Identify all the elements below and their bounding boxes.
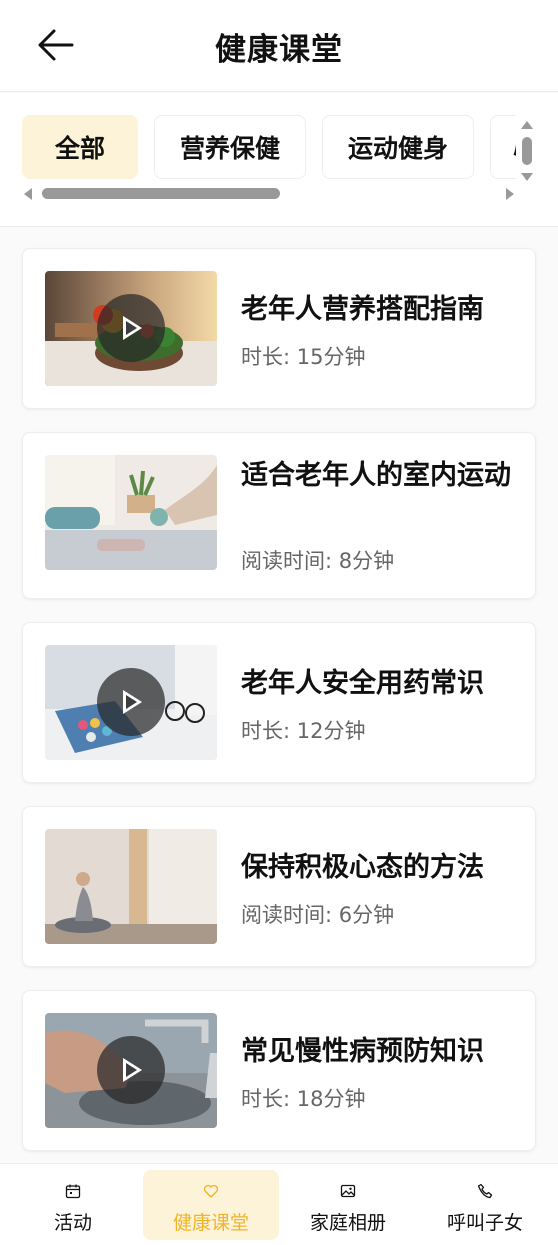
article-card[interactable]: 适合老年人的室内运动 阅读时间: 8分钟 [22, 432, 536, 599]
article-card[interactable]: 老年人营养搭配指南 时长: 15分钟 [22, 248, 536, 409]
vertical-scroll-thumb[interactable] [522, 137, 532, 165]
horizontal-scroll-thumb[interactable] [42, 188, 280, 199]
category-tabs: 全部 营养保健 运动健身 心 [0, 93, 558, 227]
horizontal-scrollbar[interactable] [24, 187, 518, 201]
play-icon[interactable] [97, 1036, 165, 1104]
article-reading-time: 阅读时间: 6分钟 [241, 903, 395, 927]
article-duration: 时长: 12分钟 [241, 719, 366, 743]
article-card[interactable]: 保持积极心态的方法 阅读时间: 6分钟 [22, 806, 536, 967]
heart-icon [203, 1184, 219, 1198]
article-thumbnail [45, 829, 217, 944]
article-title: 保持积极心态的方法 [241, 852, 484, 883]
article-card[interactable]: 老年人安全用药常识 时长: 12分钟 [22, 622, 536, 783]
phone-icon [477, 1183, 493, 1199]
image-icon [340, 1184, 356, 1198]
scroll-up-arrow-icon[interactable] [521, 121, 533, 129]
calendar-icon [65, 1184, 81, 1199]
nav-call-children-label: 呼叫子女 [446, 1212, 523, 1234]
nav-health-class-label: 健康课堂 [172, 1212, 249, 1234]
nav-family-album[interactable]: 家庭相册 [280, 1170, 416, 1240]
article-title: 老年人安全用药常识 [241, 668, 484, 699]
bottom-navigation: 活动 健康课堂 家庭相册 呼叫子女 [0, 1163, 558, 1245]
page-title: 健康课堂 [215, 32, 343, 68]
tab-all[interactable]: 全部 [22, 115, 138, 179]
nav-family-album-label: 家庭相册 [309, 1212, 386, 1234]
tabs-scroll-area[interactable]: 全部 营养保健 运动健身 心 [22, 115, 516, 179]
tab-mental[interactable]: 心 [490, 115, 516, 179]
tab-fitness[interactable]: 运动健身 [322, 115, 474, 179]
article-thumbnail [45, 645, 217, 760]
article-duration: 时长: 15分钟 [241, 345, 366, 369]
play-icon[interactable] [97, 294, 165, 362]
nav-activities[interactable]: 活动 [5, 1170, 141, 1240]
article-title: 老年人营养搭配指南 [241, 294, 484, 325]
nav-activities-label: 活动 [53, 1212, 92, 1234]
article-title: 常见慢性病预防知识 [241, 1036, 484, 1067]
article-thumbnail [45, 455, 217, 570]
tab-nutrition[interactable]: 营养保健 [154, 115, 306, 179]
article-duration: 时长: 18分钟 [241, 1087, 366, 1111]
nav-health-class[interactable]: 健康课堂 [143, 1170, 279, 1240]
article-thumbnail [45, 1013, 217, 1128]
scroll-down-arrow-icon[interactable] [521, 173, 533, 181]
nav-call-children[interactable]: 呼叫子女 [417, 1170, 553, 1240]
article-title: 适合老年人的室内运动 [241, 460, 511, 491]
header: 健康课堂 [0, 0, 558, 92]
article-reading-time: 阅读时间: 8分钟 [241, 549, 395, 573]
scroll-right-arrow-icon[interactable] [506, 188, 514, 200]
play-icon[interactable] [97, 668, 165, 736]
vertical-scrollbar[interactable] [517, 121, 537, 183]
scroll-left-arrow-icon[interactable] [24, 188, 32, 200]
article-thumbnail [45, 271, 217, 386]
article-card[interactable]: 常见慢性病预防知识 时长: 18分钟 [22, 990, 536, 1151]
